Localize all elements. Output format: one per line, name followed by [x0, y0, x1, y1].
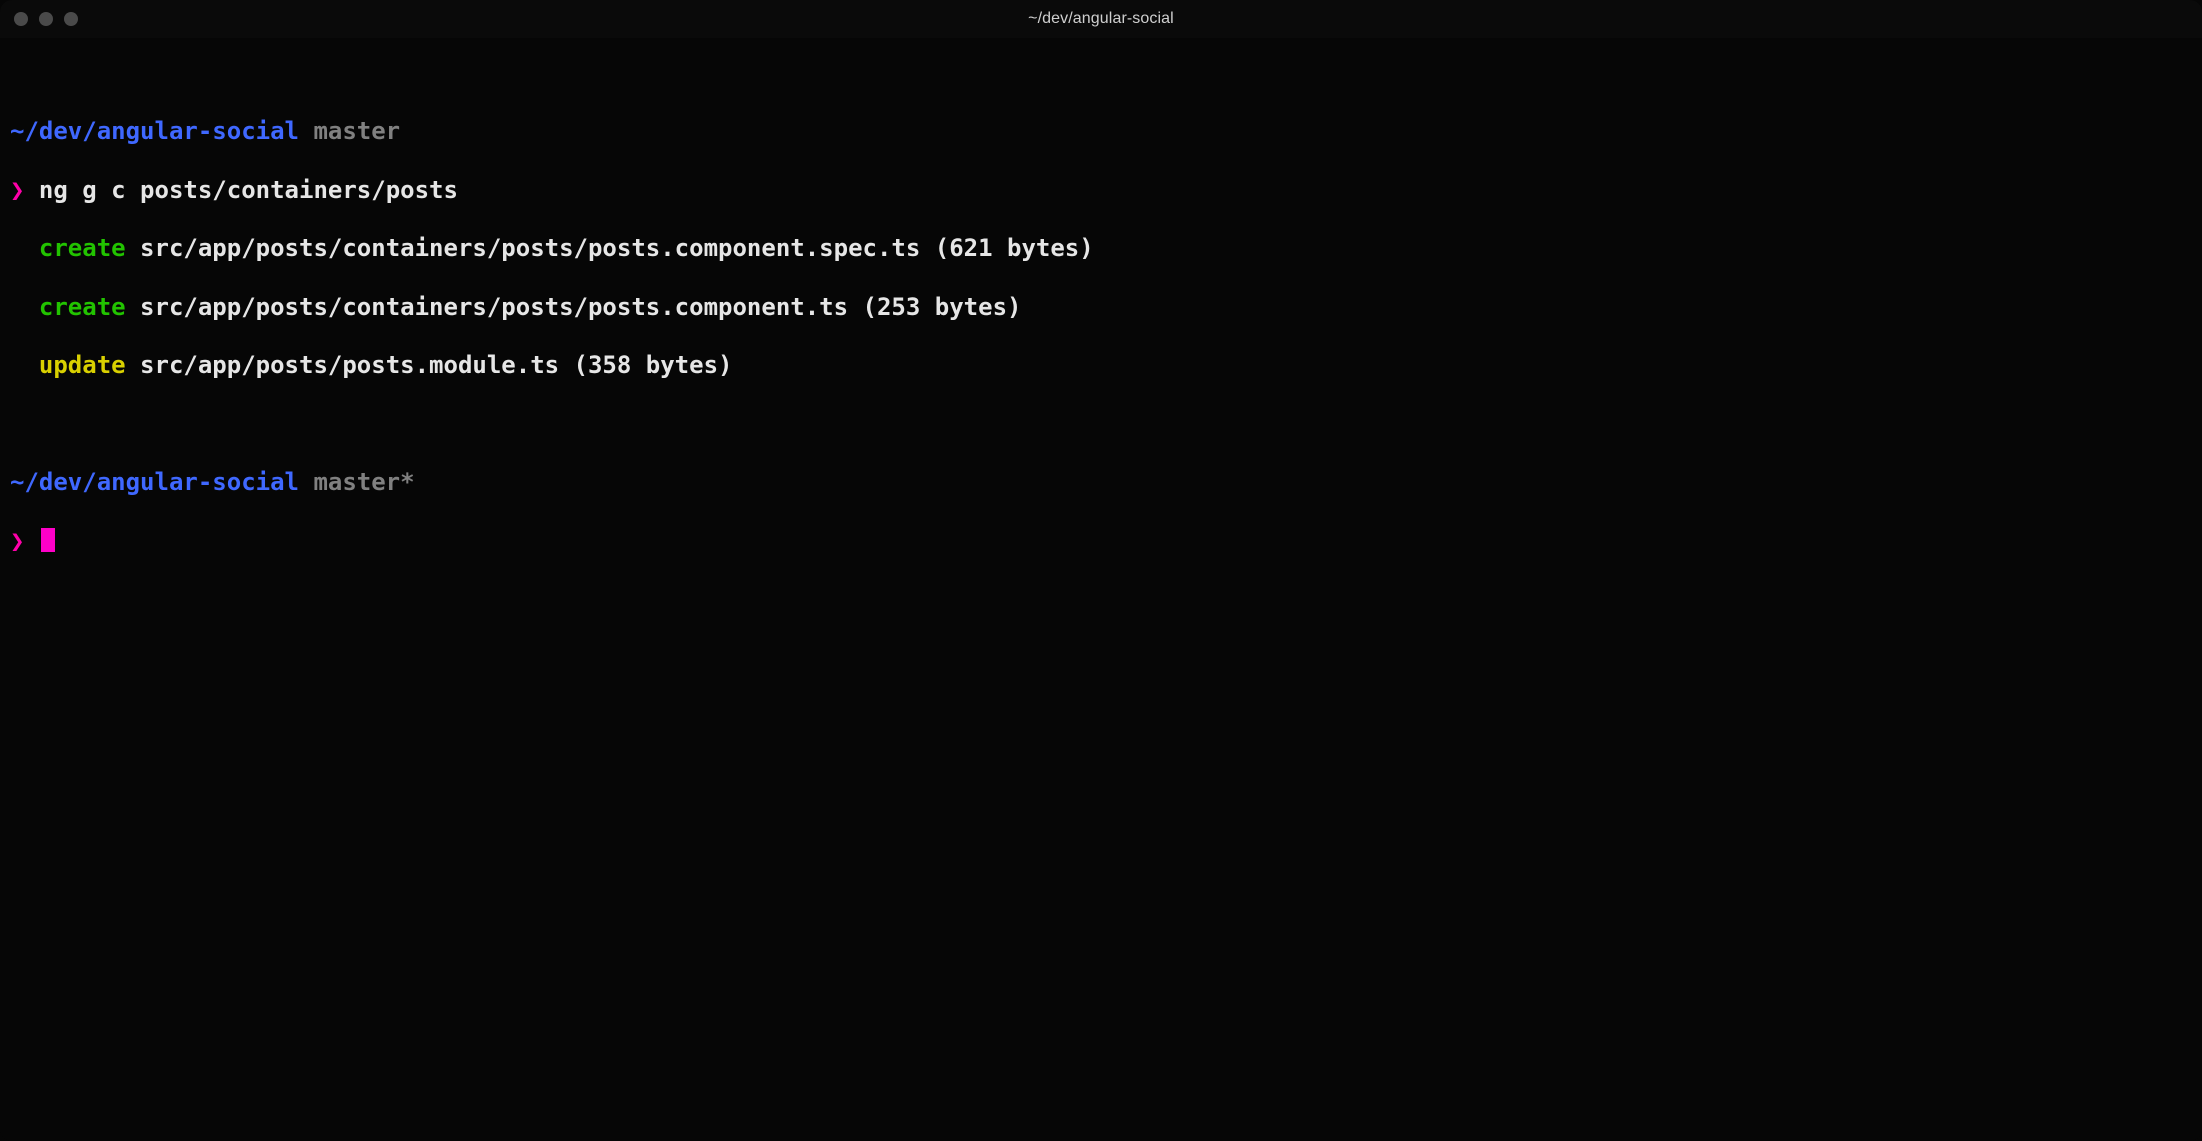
action-create: create [39, 234, 126, 262]
output-path: src/app/posts/containers/posts/posts.com… [126, 234, 1094, 262]
action-create: create [39, 293, 126, 321]
titlebar: ~/dev/angular-social [0, 0, 2202, 38]
command-line-2[interactable]: ❯ [10, 527, 2192, 556]
terminal-window: ~/dev/angular-social ~/dev/angular-socia… [0, 0, 2202, 1141]
prompt-char-icon: ❯ [10, 176, 24, 204]
cwd: ~/dev/angular-social [10, 468, 299, 496]
close-icon[interactable] [14, 12, 28, 26]
maximize-icon[interactable] [64, 12, 78, 26]
prompt-char-icon: ❯ [10, 527, 24, 555]
git-branch: master [313, 117, 400, 145]
traffic-lights [14, 12, 78, 26]
action-update: update [39, 351, 126, 379]
prompt-line-2: ~/dev/angular-social master* [10, 468, 2192, 497]
prompt-line-1: ~/dev/angular-social master [10, 117, 2192, 146]
terminal-body[interactable]: ~/dev/angular-social master ❯ ng g c pos… [0, 38, 2202, 1141]
output-path: src/app/posts/containers/posts/posts.com… [126, 293, 1022, 321]
cursor-icon [41, 528, 55, 552]
minimize-icon[interactable] [39, 12, 53, 26]
output-line: create src/app/posts/containers/posts/po… [10, 234, 2192, 263]
command-line-1: ❯ ng g c posts/containers/posts [10, 176, 2192, 205]
git-branch: master* [313, 468, 414, 496]
command-text: ng g c posts/containers/posts [39, 176, 458, 204]
window-title: ~/dev/angular-social [1028, 10, 1174, 28]
blank-line [10, 410, 2192, 439]
output-line: update src/app/posts/posts.module.ts (35… [10, 351, 2192, 380]
output-path: src/app/posts/posts.module.ts (358 bytes… [126, 351, 733, 379]
cwd: ~/dev/angular-social [10, 117, 299, 145]
output-line: create src/app/posts/containers/posts/po… [10, 293, 2192, 322]
